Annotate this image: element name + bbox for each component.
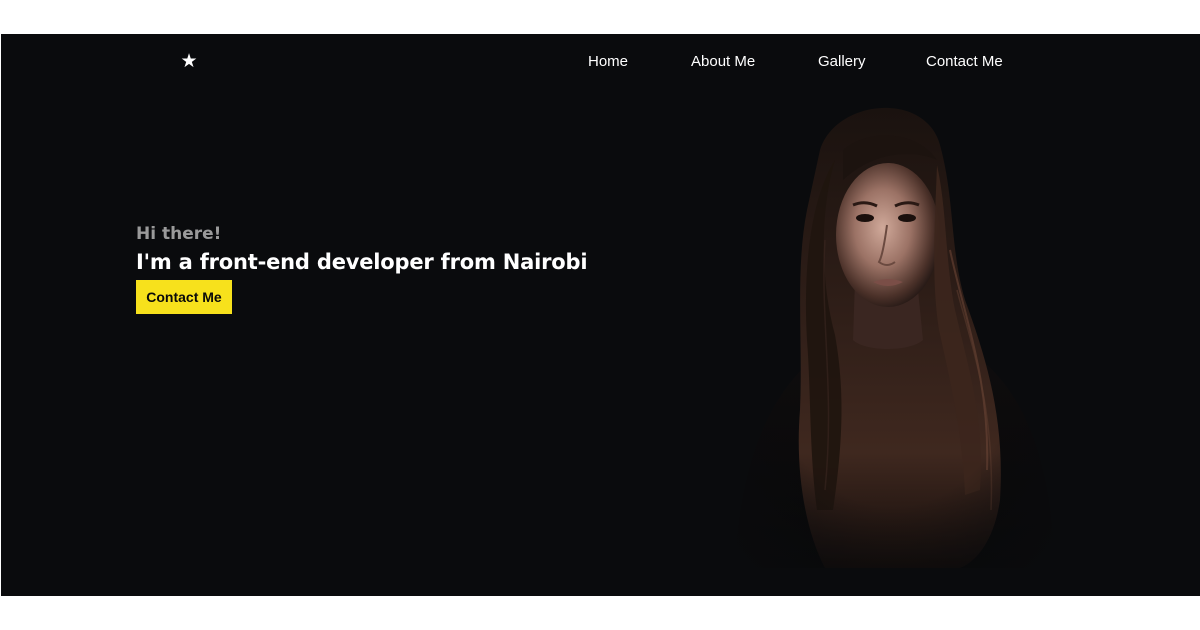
- hero-section: ★ Home About Me Gallery Contact Me Hi th…: [1, 34, 1200, 596]
- contact-me-button[interactable]: Contact Me: [136, 280, 232, 314]
- hero-greeting: Hi there!: [136, 224, 222, 244]
- nav-item-gallery[interactable]: Gallery: [818, 52, 866, 72]
- nav-item-contact-me[interactable]: Contact Me: [926, 52, 1003, 72]
- nav-item-about-me[interactable]: About Me: [691, 52, 755, 72]
- hero-headline: I'm a front-end developer from Nairobi: [136, 250, 588, 274]
- star-icon[interactable]: ★: [179, 52, 199, 72]
- nav-item-home[interactable]: Home: [588, 52, 628, 72]
- portrait-photo: [725, 90, 1061, 568]
